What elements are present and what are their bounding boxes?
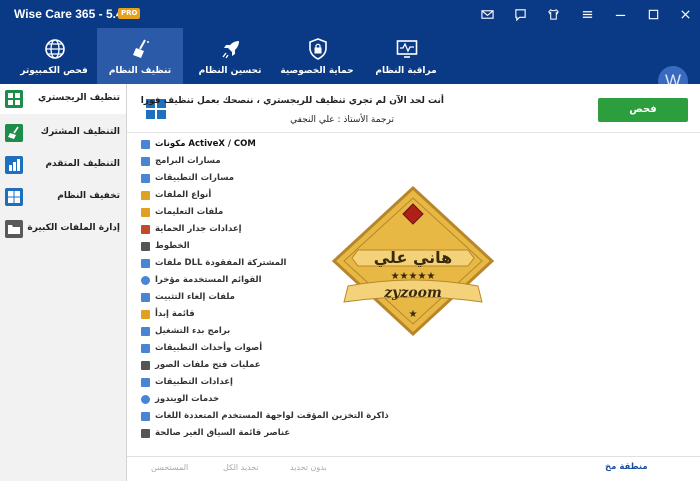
app-title: Wise Care 365 - 5.4.6 bbox=[14, 7, 133, 21]
select-all-link[interactable]: تحديد الكل bbox=[223, 463, 259, 472]
tab-label: تحسين النظام bbox=[198, 66, 262, 76]
globe-icon bbox=[45, 39, 65, 59]
zyzoom-stamp-logo: هاني علي ★★★★★ zyzoom ★ bbox=[331, 186, 495, 336]
sidebar-item-registry-cleaner[interactable]: تنظيف الريجستري bbox=[0, 84, 126, 114]
recommended-link[interactable]: المستحسن bbox=[151, 463, 188, 472]
banner-credit: ترجمة الأستاذ : علي النجفي bbox=[290, 115, 394, 125]
sidebar-item-label: التنظيف المشترك bbox=[40, 127, 120, 137]
windows-grid-icon bbox=[5, 90, 23, 108]
uninstall-icon bbox=[141, 293, 150, 302]
stamp-star: ★ bbox=[409, 309, 418, 320]
sidebar-item-large-files[interactable]: إدارة الملفات الكبيرة bbox=[0, 214, 126, 244]
tab-system-cleaner[interactable]: تنظيف النظام bbox=[97, 28, 183, 84]
list-item[interactable]: أصوات وأحداث التطبيقات bbox=[127, 340, 700, 357]
skin-icon[interactable] bbox=[545, 6, 561, 22]
scan-button[interactable]: فحص bbox=[598, 98, 688, 122]
image-open-icon bbox=[141, 361, 150, 370]
list-item[interactable]: مسارات التطبيقات bbox=[127, 170, 700, 187]
tab-label: تنظيف النظام bbox=[108, 66, 172, 76]
folder-icon bbox=[5, 220, 23, 238]
list-item[interactable]: خدمات الويندوز bbox=[127, 391, 700, 408]
minimize-icon[interactable] bbox=[612, 6, 628, 22]
dll-icon bbox=[141, 259, 150, 268]
list-item[interactable]: ذاكرة التخزين المؤقت لواجهة المستخدم الم… bbox=[127, 408, 700, 425]
list-item[interactable]: إعدادات التطبيقات bbox=[127, 374, 700, 391]
app-settings-icon bbox=[141, 378, 150, 387]
tab-privacy-protector[interactable]: حماية الخصوصية bbox=[274, 28, 360, 84]
list-item[interactable]: عناصر قائمة السياق الغير صالحة bbox=[127, 425, 700, 442]
sidebar-item-advanced-cleaner[interactable]: التنظيف المتقدم bbox=[0, 150, 126, 180]
select-none-link[interactable]: بدون تحديد bbox=[290, 463, 327, 472]
tab-label: حماية الخصوصية bbox=[280, 66, 354, 76]
start-menu-icon bbox=[141, 310, 150, 319]
mui-cache-icon bbox=[141, 412, 150, 421]
list-item[interactable]: مسارات البرامج bbox=[127, 153, 700, 170]
main-nav: فحص الكمبيوتر تنظيف النظام تحسين النظام … bbox=[0, 28, 700, 96]
sidebar-item-label: تخفيف النظام bbox=[57, 191, 120, 201]
sidebar-item-system-slimming[interactable]: تخفيف النظام bbox=[0, 182, 126, 212]
menu-icon[interactable] bbox=[579, 6, 595, 22]
close-icon[interactable] bbox=[677, 6, 693, 22]
sidebar-item-common-cleaner[interactable]: التنظيف المشترك bbox=[0, 118, 126, 148]
footer-bar: المستحسن تحديد الكل بدون تحديد منطقة مخ bbox=[127, 456, 700, 482]
fonts-icon bbox=[141, 242, 150, 251]
startup-icon bbox=[141, 327, 150, 336]
tab-pc-checkup[interactable]: فحص الكمبيوتر bbox=[11, 28, 97, 84]
rocket-icon bbox=[222, 41, 239, 59]
program-paths-icon bbox=[141, 157, 150, 166]
banner-message: أنت لحد الآن لم تجري تنظيف للريجستري ، ن… bbox=[140, 96, 444, 106]
sidebar-item-label: تنظيف الريجستري bbox=[38, 93, 120, 103]
tab-system-tuneup[interactable]: تحسين النظام bbox=[187, 28, 273, 84]
broom-icon bbox=[133, 39, 149, 58]
recent-lists-icon bbox=[141, 276, 150, 285]
sidebar: تنظيف الريجستري التنظيف المشترك التنظيف … bbox=[0, 84, 127, 481]
broom-icon bbox=[5, 124, 23, 142]
tab-label: فحص الكمبيوتر bbox=[20, 66, 88, 76]
file-types-icon bbox=[141, 191, 150, 200]
sound-icon bbox=[141, 344, 150, 353]
mail-icon[interactable] bbox=[479, 6, 495, 22]
title-bar: Wise Care 365 - 5.4.6 PRO bbox=[0, 0, 700, 28]
sidebar-item-label: إدارة الملفات الكبيرة bbox=[27, 223, 120, 233]
list-item[interactable]: مكونات ActiveX / COM bbox=[127, 136, 700, 153]
pro-badge: PRO bbox=[118, 8, 141, 19]
context-menu-icon bbox=[141, 429, 150, 438]
activex-icon bbox=[141, 140, 150, 149]
firewall-icon bbox=[141, 225, 150, 234]
advanced-clean-icon bbox=[5, 156, 23, 174]
windows-icon bbox=[5, 188, 23, 206]
feedback-icon[interactable] bbox=[512, 6, 528, 22]
help-files-icon bbox=[141, 208, 150, 217]
lock-shield-icon bbox=[309, 38, 327, 60]
stamp-name: هاني علي bbox=[374, 248, 453, 268]
stamp-brand: zyzoom bbox=[383, 285, 442, 301]
tab-system-monitor[interactable]: مراقبة النظام bbox=[363, 28, 449, 84]
sidebar-item-label: التنظيف المتقدم bbox=[45, 159, 120, 169]
windows-services-icon bbox=[141, 395, 150, 404]
maximize-icon[interactable] bbox=[645, 6, 661, 22]
list-item[interactable]: عمليات فتح ملفات الصور bbox=[127, 357, 700, 374]
tab-label: مراقبة النظام bbox=[375, 66, 437, 76]
monitor-pulse-icon bbox=[396, 40, 418, 58]
app-paths-icon bbox=[141, 174, 150, 183]
safe-region-link[interactable]: منطقة مخ bbox=[605, 462, 648, 472]
